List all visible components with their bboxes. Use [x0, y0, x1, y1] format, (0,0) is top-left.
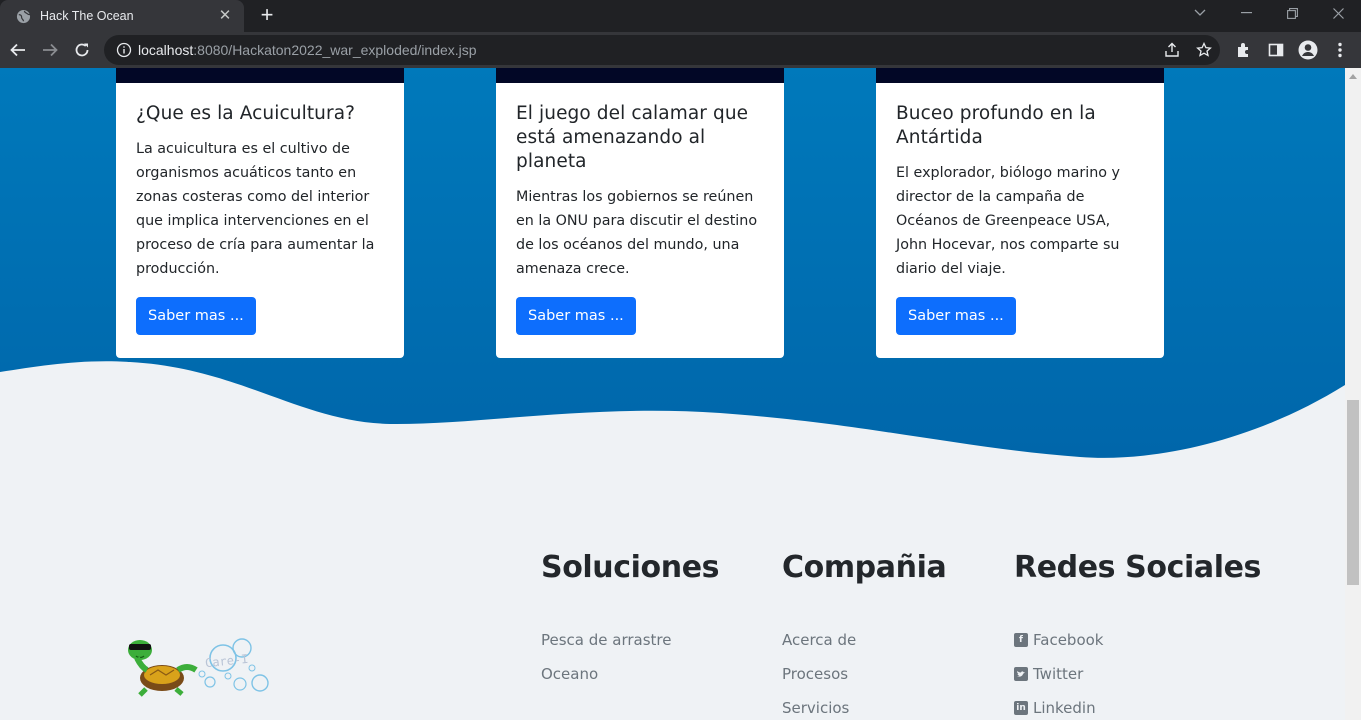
window-controls — [1177, 0, 1361, 26]
browser-tab-strip: Hack The Ocean ✕ + — [0, 0, 1361, 32]
footer-soluciones: Soluciones Pesca de arrastre Oceano — [541, 550, 720, 691]
card-text-line: Océanos de Greenpeace USA, — [896, 213, 1111, 229]
tab-title: Hack The Ocean — [40, 9, 134, 23]
article-card: ¿Que es la Acuicultura? La acuicultura e… — [116, 68, 404, 358]
card-text-line: diario del viaje. — [896, 261, 1006, 277]
card-text-line: Mientras los gobiernos se reúnen — [516, 189, 754, 205]
footer-link-facebook[interactable]: f Facebook — [1014, 623, 1261, 657]
scrollbar-thumb[interactable] — [1347, 400, 1359, 585]
saber-mas-button[interactable]: Saber mas ... — [136, 297, 256, 335]
footer-link[interactable]: Oceano — [541, 657, 719, 691]
card-text-line: John Hocevar, nos comparte su — [896, 237, 1120, 253]
card-text-line: proceso de cría para aumentar la — [136, 237, 375, 253]
browser-menu-icon[interactable] — [1330, 40, 1350, 60]
social-label: Twitter — [1033, 665, 1084, 683]
card-image — [876, 68, 1164, 83]
footer-heading-compania: Compañia — [782, 550, 947, 585]
page-scrollbar[interactable] — [1345, 68, 1361, 720]
card-text-line: director de la campaña de — [896, 189, 1085, 205]
card-image — [116, 68, 404, 83]
card-text-line: amenaza crece. — [516, 261, 630, 277]
card-text: Mientras los gobiernos se reúnen en la O… — [516, 185, 764, 281]
close-window-icon[interactable] — [1315, 0, 1361, 26]
card-text-line: organismos acuáticos tanto en — [136, 165, 357, 181]
extensions-icon[interactable] — [1234, 40, 1254, 60]
footer-redes-sociales: Redes Sociales f Facebook Twitter in Lin… — [1014, 550, 1261, 720]
card-text-line: producción. — [136, 261, 220, 277]
saber-mas-button[interactable]: Saber mas ... — [896, 297, 1016, 335]
linkedin-icon: in — [1014, 701, 1028, 715]
facebook-icon: f — [1014, 633, 1028, 647]
card-text-line: en la ONU para discutir el destino — [516, 213, 758, 229]
footer-link[interactable]: Acerca de — [782, 623, 946, 657]
footer-link-twitter[interactable]: Twitter — [1014, 657, 1261, 691]
minimize-icon[interactable] — [1223, 0, 1269, 26]
card-text-line: zonas costeras como del interior — [136, 189, 370, 205]
tab-close-icon[interactable]: ✕ — [216, 7, 234, 25]
url-path: :8080/Hackaton2022_war_exploded/index.js… — [193, 42, 477, 58]
browser-toolbar: localhost:8080/Hackaton2022_war_exploded… — [0, 32, 1361, 68]
footer-link-linkedin[interactable]: in Linkedin — [1014, 691, 1261, 720]
reload-icon[interactable] — [70, 38, 94, 62]
bookmark-star-icon[interactable] — [1196, 41, 1212, 58]
card-title: El juego del calamar que está amenazando… — [516, 103, 749, 172]
scroll-up-arrow-icon[interactable] — [1349, 74, 1357, 79]
footer-compania: Compañia Acerca de Procesos Servicios — [782, 550, 947, 720]
tab-search-icon[interactable] — [1177, 0, 1223, 26]
footer-heading-soluciones: Soluciones — [541, 550, 720, 585]
restore-icon[interactable] — [1269, 0, 1315, 26]
article-card: El juego del calamar que está amenazando… — [496, 68, 784, 358]
info-icon[interactable] — [116, 42, 132, 58]
footer-heading-redes: Redes Sociales — [1014, 550, 1261, 585]
side-panel-icon[interactable] — [1266, 40, 1286, 60]
twitter-icon — [1014, 667, 1028, 681]
article-card: Buceo profundo en la Antártida El explor… — [876, 68, 1164, 358]
footer-link[interactable]: Procesos — [782, 657, 946, 691]
social-label: Linkedin — [1033, 699, 1096, 717]
saber-mas-button[interactable]: Saber mas ... — [516, 297, 636, 335]
address-bar[interactable]: localhost:8080/Hackaton2022_war_exploded… — [104, 35, 1220, 65]
card-text: El explorador, biólogo marino y director… — [896, 161, 1144, 281]
profile-avatar-icon[interactable] — [1298, 40, 1318, 60]
card-text-line: El explorador, biólogo marino y — [896, 165, 1121, 181]
browser-tab[interactable]: Hack The Ocean ✕ — [0, 0, 244, 32]
footer-link[interactable]: Servicios — [782, 691, 946, 720]
social-label: Facebook — [1033, 631, 1104, 649]
card-title: Buceo profundo en la Antártida — [896, 103, 1096, 148]
url-host: localhost — [138, 42, 194, 58]
page-viewport: ¿Que es la Acuicultura? La acuicultura e… — [0, 68, 1345, 720]
card-text-line: La acuicultura es el cultivo de — [136, 141, 350, 157]
care-i-logo[interactable]: Care-I — [120, 634, 276, 700]
footer-link[interactable]: Pesca de arrastre — [541, 623, 719, 657]
card-image — [496, 68, 784, 83]
back-icon[interactable] — [6, 38, 30, 62]
card-text: La acuicultura es el cultivo de organism… — [136, 137, 384, 281]
card-title: ¿Que es la Acuicultura? — [136, 103, 356, 124]
new-tab-button[interactable]: + — [254, 3, 280, 29]
card-text-line: de los océanos del mundo, una — [516, 237, 740, 253]
card-text-line: que implica intervenciones en el — [136, 213, 369, 229]
forward-icon[interactable] — [38, 38, 62, 62]
share-icon[interactable] — [1164, 42, 1180, 58]
globe-icon — [16, 9, 31, 24]
url-text: localhost:8080/Hackaton2022_war_exploded… — [138, 42, 477, 58]
turtle-logo-image — [128, 638, 269, 697]
